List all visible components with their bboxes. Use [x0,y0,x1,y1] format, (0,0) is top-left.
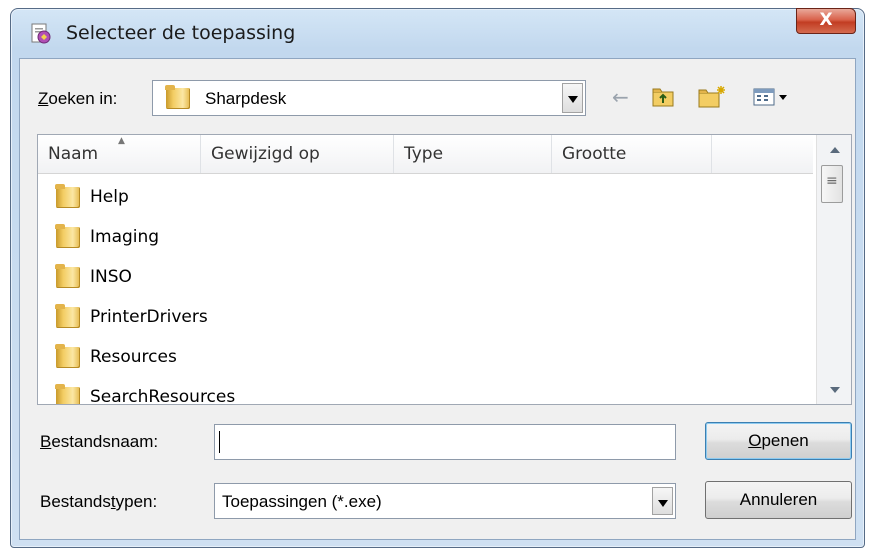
filename-label: Bestandsnaam: [40,432,159,451]
folder-icon [55,264,80,288]
window-title: Selecteer de toepassing [66,22,296,44]
look-in-label: Zoeken in: [38,89,118,108]
scrollbar-thumb[interactable] [821,165,843,203]
filetype-label: Bestandstypen: [40,492,158,511]
folder-icon [55,184,80,208]
application-icon [29,22,53,46]
view-menu-icon[interactable] [752,84,794,110]
list-item[interactable]: Help [38,179,738,219]
folder-icon [165,85,190,109]
column-header-name[interactable]: ▲ Naam [38,135,201,173]
close-button[interactable]: X [796,8,856,34]
folder-icon [55,304,80,328]
folder-icon [55,344,80,368]
chevron-down-icon[interactable] [562,83,583,113]
vertical-scrollbar[interactable] [816,135,851,404]
text-caret [219,431,220,453]
new-folder-icon[interactable] [697,84,727,110]
close-icon: X [819,10,833,30]
chevron-down-icon[interactable] [652,487,673,515]
folder-icon [55,384,80,404]
list-item[interactable]: Resources [38,339,738,379]
cancel-button[interactable]: Annuleren [705,481,852,519]
list-item[interactable]: SearchResources [38,379,738,404]
column-header-filler [712,135,813,173]
back-arrow-icon[interactable]: ← [612,84,629,110]
list-item[interactable]: Imaging [38,219,738,259]
up-folder-icon[interactable] [650,84,676,110]
column-header-modified[interactable]: Gewijzigd op [201,135,394,173]
list-header: ▲ Naam Gewijzigd op Type Grootte [38,135,813,174]
column-header-size[interactable]: Grootte [552,135,712,173]
look-in-value: Sharpdesk [205,89,287,108]
list-item[interactable]: INSO [38,259,738,299]
scroll-down-icon[interactable] [830,387,840,393]
filename-input[interactable] [214,424,676,460]
list-item[interactable]: PrinterDrivers [38,299,738,339]
filetype-value: Toepassingen (*.exe) [222,492,382,511]
scroll-up-icon[interactable] [830,147,840,153]
folder-icon [55,224,80,248]
file-list[interactable]: ▲ Naam Gewijzigd op Type Grootte Help Im… [37,134,852,405]
column-header-type[interactable]: Type [394,135,552,173]
open-button[interactable]: Openen [705,422,852,460]
sort-ascending-icon: ▲ [118,136,125,146]
